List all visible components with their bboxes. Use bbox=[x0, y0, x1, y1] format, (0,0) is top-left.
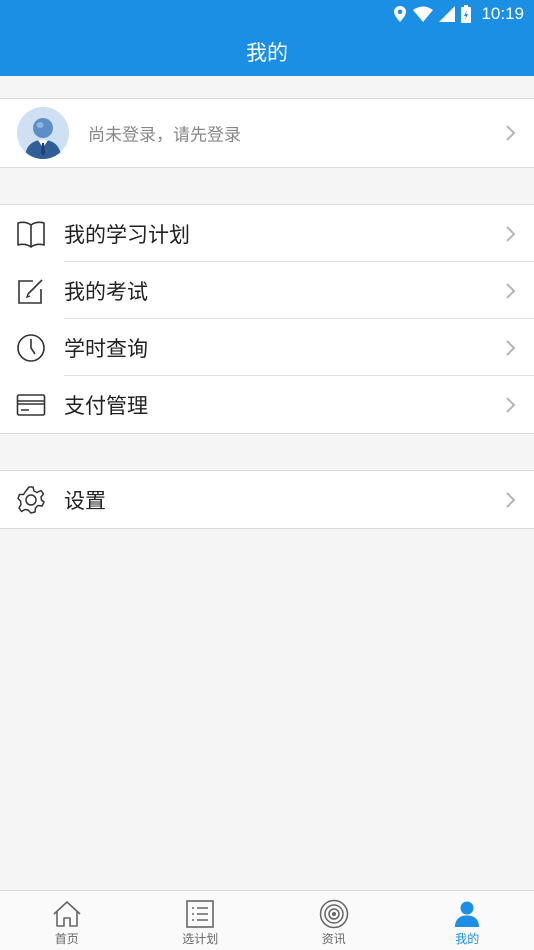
tab-mine[interactable]: 我的 bbox=[401, 891, 534, 950]
menu-item-label: 学时查询 bbox=[64, 336, 148, 361]
signal-icon bbox=[439, 6, 456, 22]
chevron-right-icon bbox=[506, 225, 516, 242]
avatar bbox=[17, 107, 69, 159]
list-icon bbox=[185, 899, 215, 929]
tab-news[interactable]: 资讯 bbox=[267, 891, 401, 950]
user-avatar-icon bbox=[17, 107, 69, 159]
menu-item-label: 我的学习计划 bbox=[64, 222, 190, 247]
tab-label: 我的 bbox=[455, 932, 480, 946]
tab-label: 资讯 bbox=[321, 932, 346, 946]
menu-item-label: 我的考试 bbox=[64, 279, 148, 304]
page-title: 我的 bbox=[246, 41, 288, 65]
menu-item-settings[interactable]: 设置 bbox=[0, 471, 534, 528]
tab-choose-plan[interactable]: 选计划 bbox=[134, 891, 268, 950]
profile-card[interactable]: 尚未登录，请先登录 bbox=[0, 98, 534, 168]
menu-item-label: 设置 bbox=[64, 488, 106, 513]
title-bar: 我的 bbox=[0, 28, 534, 76]
menu-item-study-plan[interactable]: 我的学习计划 bbox=[0, 205, 534, 262]
menu-item-exams[interactable]: 我的考试 bbox=[0, 262, 534, 319]
chevron-right-icon bbox=[506, 339, 516, 356]
status-time: 10:19 bbox=[481, 4, 524, 23]
tab-label: 首页 bbox=[54, 932, 79, 946]
card-icon bbox=[16, 390, 46, 420]
menu-item-payment[interactable]: 支付管理 bbox=[0, 376, 534, 433]
status-icons: 10:19 bbox=[393, 4, 524, 24]
clock-icon bbox=[16, 333, 46, 363]
tab-home[interactable]: 首页 bbox=[0, 891, 134, 950]
location-icon bbox=[394, 6, 407, 22]
menu-item-label: 支付管理 bbox=[64, 393, 148, 418]
chevron-right-icon bbox=[506, 491, 516, 508]
login-row[interactable]: 尚未登录，请先登录 bbox=[0, 99, 534, 167]
bottom-tab-bar: 首页 选计划 资讯 我的 bbox=[0, 890, 534, 950]
target-icon bbox=[319, 899, 349, 929]
battery-icon bbox=[461, 5, 472, 23]
book-icon bbox=[16, 219, 46, 249]
status-bar: 10:19 bbox=[0, 0, 534, 28]
chevron-right-icon bbox=[506, 125, 516, 141]
login-prompt: 尚未登录，请先登录 bbox=[88, 125, 241, 146]
chevron-right-icon bbox=[506, 282, 516, 299]
chevron-right-icon bbox=[506, 396, 516, 413]
menu-item-study-hours[interactable]: 学时查询 bbox=[0, 319, 534, 376]
person-icon bbox=[452, 899, 482, 929]
gear-icon bbox=[16, 485, 46, 515]
edit-icon bbox=[16, 276, 46, 306]
home-icon bbox=[52, 899, 82, 929]
tab-label: 选计划 bbox=[182, 932, 219, 946]
main-menu: 我的学习计划 我的考试 学时查询 支付管理 bbox=[0, 204, 534, 434]
wifi-icon bbox=[413, 6, 434, 22]
settings-menu: 设置 bbox=[0, 470, 534, 529]
